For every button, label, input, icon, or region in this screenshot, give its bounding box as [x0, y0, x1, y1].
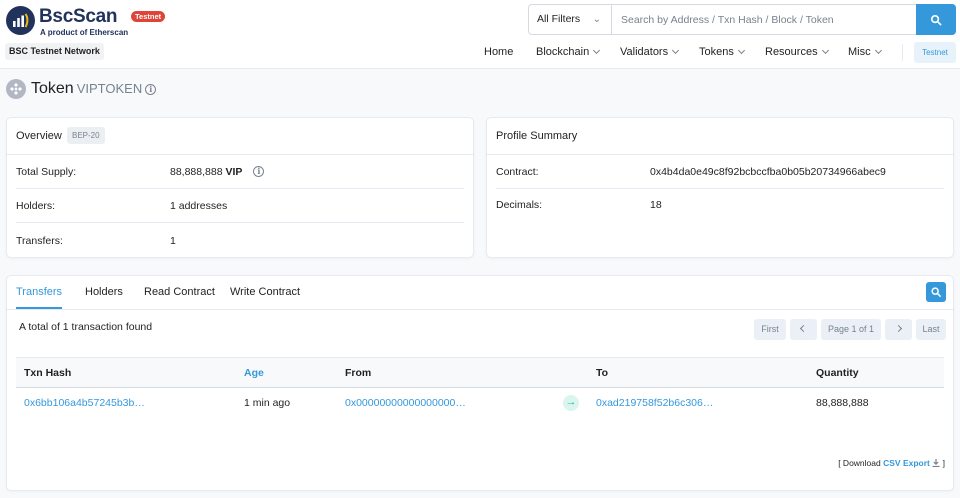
holders-row: Holders: 1 addresses — [16, 189, 464, 223]
profile-summary-card: Profile Summary Contract: 0x4b4da0e49c8f… — [486, 117, 954, 258]
total-supply-amount: 88,888,888 — [170, 166, 223, 178]
from-address-link[interactable]: 0x00000000000000000… — [345, 397, 466, 409]
search-bar: All Filters ⌄ — [528, 4, 956, 35]
decimals-row: Decimals: 18 — [496, 188, 944, 222]
nav-divider — [902, 44, 903, 61]
chevron-down-icon — [593, 46, 601, 55]
nav-home[interactable]: Home — [484, 42, 513, 62]
transfers-value: 1 — [170, 235, 176, 247]
brand-name: BscScan — [39, 6, 118, 27]
first-page-button[interactable]: First — [754, 319, 786, 340]
filter-search-button[interactable] — [926, 282, 946, 302]
to-address-link[interactable]: 0xad219758f52b6c306… — [596, 397, 713, 409]
total-supply-value: 88,888,888 VIP i — [170, 155, 265, 189]
network-badge: BSC Testnet Network — [5, 43, 104, 60]
total-supply-unit: VIP — [225, 166, 243, 178]
transaction-count-text: A total of 1 transaction found — [19, 321, 153, 333]
next-page-button[interactable] — [885, 319, 912, 340]
tab-write-contract[interactable]: Write Contract — [230, 276, 300, 309]
decimals-label: Decimals: — [496, 199, 543, 211]
profile-title: Profile Summary — [496, 130, 578, 142]
search-filter-select[interactable]: All Filters ⌄ — [529, 5, 612, 34]
tab-read-contract[interactable]: Read Contract — [144, 276, 215, 309]
search-input[interactable] — [613, 5, 913, 34]
nav-blockchain[interactable]: Blockchain — [536, 42, 601, 62]
chevron-down-icon — [821, 46, 829, 55]
chevron-down-icon — [874, 46, 882, 55]
last-page-button[interactable]: Last — [916, 319, 946, 340]
download-icon[interactable] — [932, 459, 940, 468]
search-filter-label: All Filters — [537, 13, 581, 25]
holders-value: 1 addresses — [170, 200, 228, 212]
download-suffix: ] — [942, 458, 945, 468]
testnet-badge: Testnet — [131, 11, 166, 22]
page-title: Token VIPTOKEN i — [31, 80, 157, 98]
nav-misc[interactable]: Misc — [848, 42, 882, 62]
tab-bar: Transfers Holders Read Contract Write Co… — [7, 276, 953, 310]
column-age[interactable]: Age — [244, 358, 264, 388]
decimals-value: 18 — [650, 199, 662, 211]
token-standard-badge: BEP-20 — [67, 127, 105, 144]
txn-age: 1 min ago — [244, 397, 291, 409]
chevron-left-icon — [799, 324, 808, 333]
info-icon[interactable]: i — [145, 84, 157, 95]
column-txn-hash: Txn Hash — [24, 367, 72, 379]
page-title-text: Token — [31, 80, 74, 97]
column-from: From — [345, 367, 372, 379]
nav-resources[interactable]: Resources — [765, 42, 829, 62]
arrow-right-icon: → — [563, 395, 579, 411]
transfers-row: Transfers: 1 — [16, 224, 464, 258]
search-icon — [931, 287, 941, 297]
search-button[interactable] — [916, 4, 956, 35]
overview-card: Overview BEP-20 Total Supply: 88,888,888… — [6, 117, 474, 258]
tab-holders[interactable]: Holders — [85, 276, 123, 309]
token-symbol: VIPTOKEN — [76, 81, 143, 96]
chevron-right-icon — [894, 324, 903, 333]
chevron-down-icon — [737, 46, 745, 55]
chevron-down-icon: ⌄ — [592, 14, 601, 25]
brand-tagline: A product of Etherscan — [40, 28, 129, 37]
contract-label: Contract: — [496, 166, 539, 178]
overview-card-header: Overview BEP-20 — [7, 118, 473, 155]
total-supply-row: Total Supply: 88,888,888 VIP i — [16, 155, 464, 189]
transfers-label: Transfers: — [16, 235, 63, 247]
nav-validators-label: Validators — [620, 46, 669, 58]
column-to: To — [596, 367, 609, 379]
prev-page-button[interactable] — [790, 319, 817, 340]
nav-tokens[interactable]: Tokens — [699, 42, 745, 62]
profile-card-header: Profile Summary — [487, 118, 953, 155]
search-icon — [930, 14, 942, 25]
bscscan-logo[interactable]: BscScan A product of Etherscan — [6, 6, 206, 37]
nav-validators[interactable]: Validators — [620, 42, 680, 62]
txn-quantity: 88,888,888 — [816, 397, 869, 409]
csv-export-link[interactable]: CSV Export — [883, 458, 930, 468]
nav-resources-label: Resources — [765, 46, 818, 58]
download-prefix: [ Download — [838, 458, 881, 468]
contract-row: Contract: 0x4b4da0e49c8f92bcbccfba0b05b2… — [496, 155, 944, 189]
nav-tokens-label: Tokens — [699, 46, 734, 58]
info-icon[interactable]: i — [253, 166, 265, 177]
chevron-down-icon — [672, 46, 680, 55]
header: BscScan A product of Etherscan Testnet B… — [0, 0, 960, 69]
txn-hash-link[interactable]: 0x6bb106a4b57245b3b… — [24, 397, 145, 409]
holders-label: Holders: — [16, 200, 56, 212]
page-indicator: Page 1 of 1 — [821, 319, 881, 340]
contract-address-link[interactable]: 0x4b4da0e49c8f92bcbccfba0b05b20734966abe… — [650, 155, 886, 189]
transfers-card: Transfers Holders Read Contract Write Co… — [6, 275, 954, 491]
nav-misc-label: Misc — [848, 46, 871, 58]
network-switch-button[interactable]: Testnet — [914, 42, 956, 63]
tab-transfers[interactable]: Transfers — [16, 276, 63, 309]
overview-title: Overview — [16, 130, 62, 142]
token-icon — [6, 79, 26, 99]
column-quantity: Quantity — [816, 367, 859, 379]
download-csv: [ Download CSV Export ] — [838, 458, 945, 468]
total-supply-label: Total Supply: — [16, 166, 77, 178]
bscscan-logo-icon — [6, 6, 35, 35]
table-header: Txn Hash Age From To Quantity — [16, 357, 944, 388]
nav-blockchain-label: Blockchain — [536, 46, 590, 58]
